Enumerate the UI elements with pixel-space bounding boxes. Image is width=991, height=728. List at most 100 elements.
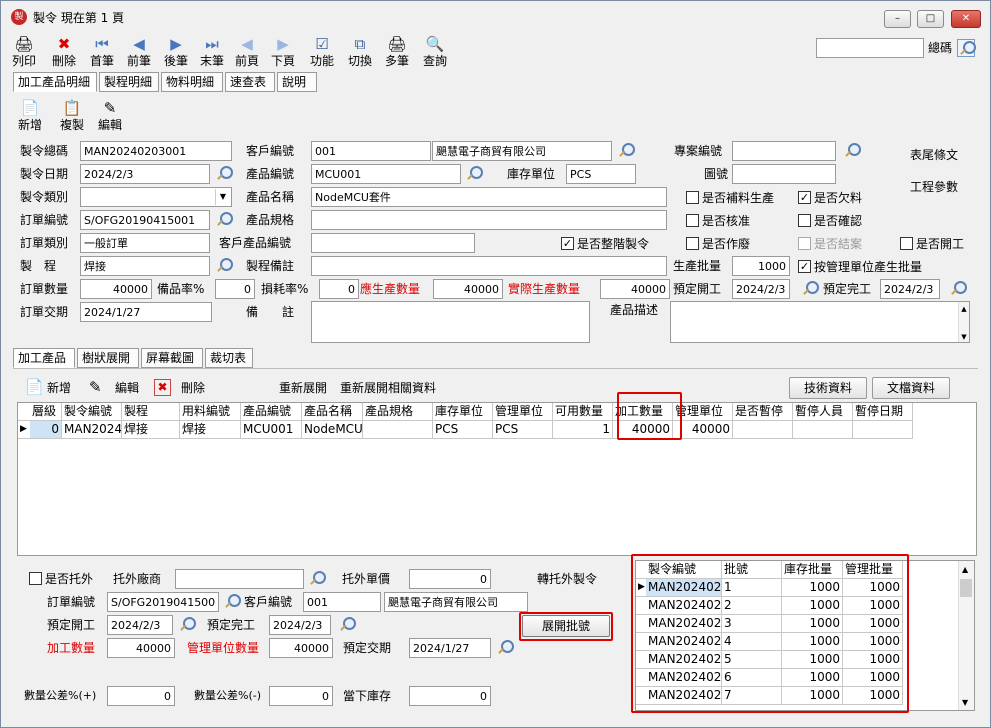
function-button[interactable]: ☑ 功能 [305, 35, 339, 71]
process-note-field[interactable] [311, 256, 667, 276]
batch-field[interactable] [732, 256, 790, 276]
last-record-button[interactable]: ⏭ 末筆 [195, 35, 229, 71]
maximize-button[interactable]: □ [917, 10, 944, 28]
project-search-icon[interactable] [843, 142, 861, 160]
approved-checkbox[interactable]: 是否核准 [686, 213, 750, 229]
outsource-due-field[interactable] [409, 638, 491, 658]
voided-checkbox[interactable]: 是否作廢 [686, 236, 750, 252]
product-spec-field[interactable] [311, 210, 667, 230]
close-button[interactable]: ✕ [951, 10, 981, 28]
spare-rate-field[interactable] [215, 279, 255, 299]
multi-record-button[interactable]: 🖨 多筆 [380, 35, 414, 71]
print-button[interactable]: 🖨 列印 [7, 35, 41, 71]
product-search-icon[interactable] [465, 165, 483, 183]
vendor-field[interactable] [175, 569, 304, 589]
confirmed-checkbox[interactable]: 是否確認 [798, 213, 862, 229]
desc-scrollbar[interactable]: ▲ ▼ [958, 302, 969, 342]
plan-start-picker-icon[interactable] [801, 280, 819, 298]
new-button[interactable]: 📄 新增 [13, 99, 47, 135]
outsource-cust-no-field[interactable] [303, 592, 381, 612]
order-date-field[interactable] [80, 164, 210, 184]
cell-order-no[interactable]: MAN20240203001 [62, 421, 122, 439]
plan-start-field[interactable] [732, 279, 790, 299]
sales-order-field[interactable] [80, 210, 210, 230]
next-page-button[interactable]: ▶ 下頁 [266, 35, 300, 71]
material-shortage-checkbox[interactable]: ✓ 是否欠料 [798, 190, 862, 206]
outsource-order-no-field[interactable] [107, 592, 219, 612]
vendor-search-icon[interactable] [308, 570, 326, 588]
switch-button[interactable]: ⧉ 切換 [343, 35, 377, 71]
edit-button[interactable]: ✎ 編輯 [93, 99, 127, 135]
delete-button[interactable]: ✖ 刪除 [47, 35, 81, 71]
process-field[interactable] [80, 256, 210, 276]
order-qty-field[interactable] [80, 279, 152, 299]
global-search-input[interactable] [816, 38, 924, 58]
outsource-cust-name-field[interactable] [384, 592, 528, 612]
cell-level[interactable]: 0 [30, 421, 62, 439]
outsource-start-picker-icon[interactable] [178, 616, 196, 634]
outsource-plan-end-field[interactable] [269, 615, 331, 635]
copy-button[interactable]: 📋 複製 [55, 99, 89, 135]
tolerance-plus-field[interactable] [107, 686, 175, 706]
sub-new-button[interactable]: 新增 [47, 378, 71, 398]
cell-product-name[interactable]: NodeMCU套件 [302, 421, 363, 439]
product-desc-field[interactable] [670, 301, 970, 343]
engineering-params-link[interactable]: 工程參數 [910, 177, 958, 197]
minimize-button[interactable]: – [884, 10, 911, 28]
supplement-production-checkbox[interactable]: 是否補料生產 [686, 190, 774, 206]
chevron-down-icon[interactable]: ▼ [215, 189, 230, 205]
convert-outsource-button[interactable]: 轉托外製令 [537, 569, 597, 589]
due-date-field[interactable] [80, 302, 212, 322]
batch-scrollbar[interactable]: ▲ ▼ [958, 561, 974, 710]
plan-end-field[interactable] [880, 279, 940, 299]
required-qty-field[interactable] [433, 279, 503, 299]
tolerance-minus-field[interactable] [269, 686, 333, 706]
outsource-plan-start-field[interactable] [107, 615, 173, 635]
order-date-picker-icon[interactable] [215, 165, 233, 183]
current-stock-field[interactable] [409, 686, 491, 706]
cell-mgmt-unit[interactable]: PCS [493, 421, 553, 439]
order-no-field[interactable] [80, 141, 232, 161]
mgmt-unit-qty-field[interactable] [269, 638, 333, 658]
scroll-thumb[interactable] [960, 579, 972, 597]
note-field[interactable] [311, 301, 590, 343]
cell-mgmt-unit-qty[interactable]: 40000 [673, 421, 733, 439]
outsource-due-picker-icon[interactable] [496, 639, 514, 657]
order-category-field[interactable] [80, 233, 210, 253]
tab-process-detail[interactable]: 製程明細 [99, 72, 159, 92]
cell-available-qty[interactable]: 1 [553, 421, 613, 439]
cell-stock-unit[interactable]: PCS [433, 421, 493, 439]
sub-edit-button[interactable]: 編輯 [115, 378, 139, 398]
cell-process[interactable]: 焊接 [122, 421, 180, 439]
tech-data-button[interactable]: 技術資料 [789, 377, 867, 399]
cell-paused[interactable] [733, 421, 793, 439]
loss-rate-field[interactable] [319, 279, 359, 299]
sales-order-search-icon[interactable] [215, 211, 233, 229]
actual-qty-field[interactable] [600, 279, 670, 299]
outsource-qty-field[interactable] [107, 638, 175, 658]
batch-by-unit-checkbox[interactable]: ✓ 按管理單位產生批量 [798, 259, 922, 275]
stock-unit-field[interactable] [566, 164, 636, 184]
tab-cutting-table[interactable]: 裁切表 [205, 348, 253, 368]
cell-paused-date[interactable] [853, 421, 913, 439]
tab-product-detail[interactable]: 加工產品明細 [13, 72, 97, 92]
sub-delete-button[interactable]: 刪除 [181, 378, 205, 398]
customer-no-field[interactable] [311, 141, 431, 161]
product-grid[interactable]: 層級 製令編號 製程 用料編號 產品編號 產品名稱 產品規格 庫存單位 管理單位… [17, 402, 977, 556]
plan-end-picker-icon[interactable] [949, 280, 967, 298]
outsource-price-field[interactable] [409, 569, 491, 589]
reexpand-button[interactable]: 重新展開 [279, 378, 327, 398]
outsource-end-picker-icon[interactable] [338, 616, 356, 634]
documents-button[interactable]: 文檔資料 [872, 377, 950, 399]
cell-product-spec[interactable] [363, 421, 433, 439]
reexpand-related-button[interactable]: 重新展開相關資料 [340, 378, 436, 398]
order-type-select[interactable] [80, 187, 232, 207]
first-record-button[interactable]: ⏮ 首筆 [85, 35, 119, 71]
outsource-order-search-icon[interactable] [223, 593, 241, 611]
product-name-field[interactable] [311, 187, 667, 207]
product-no-field[interactable] [311, 164, 461, 184]
tab-help[interactable]: 說明 [277, 72, 317, 92]
outsource-checkbox[interactable]: 是否托外 [29, 571, 93, 587]
prev-record-button[interactable]: ◀ 前筆 [122, 35, 156, 71]
full-level-order-checkbox[interactable]: ✓ 是否整階製令 [561, 236, 649, 252]
